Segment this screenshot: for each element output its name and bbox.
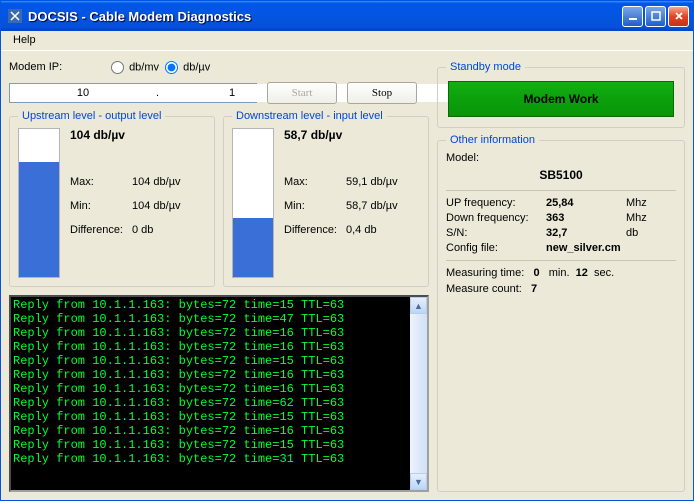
stop-button[interactable]: Stop: [347, 82, 417, 104]
ping-terminal: Reply from 10.1.1.163: bytes=72 time=15 …: [9, 295, 429, 492]
standby-legend: Standby mode: [446, 61, 525, 73]
titlebar[interactable]: DOCSIS - Cable Modem Diagnostics: [1, 1, 693, 31]
downstream-min: 58,7 db/µv: [346, 200, 398, 212]
modem-ip-input[interactable]: . . .: [9, 83, 257, 103]
measuring-time: Measuring time: 0 min. 12 sec.: [446, 267, 676, 279]
upstream-legend: Upstream level - output level: [18, 110, 165, 122]
window-title: DOCSIS - Cable Modem Diagnostics: [28, 9, 620, 24]
scroll-track[interactable]: [410, 314, 427, 473]
menubar: Help: [1, 31, 693, 51]
upstream-bar: [18, 128, 60, 278]
standby-group: Standby mode Modem Work: [437, 61, 685, 128]
model-label: Model:: [446, 152, 676, 164]
info-group: Other information Model: SB5100 UP frequ…: [437, 134, 685, 492]
config-value: new_silver.cm: [546, 242, 621, 254]
maximize-button[interactable]: [645, 6, 666, 27]
downstream-group: Downstream level - input level 58,7 db/µ…: [223, 110, 429, 287]
modem-work-button[interactable]: Modem Work: [448, 81, 674, 117]
ip-octet-1[interactable]: [10, 84, 156, 102]
radio-dbuv[interactable]: db/µv: [165, 61, 210, 74]
app-window: DOCSIS - Cable Modem Diagnostics Help Mo…: [0, 0, 694, 501]
start-button[interactable]: Start: [267, 82, 337, 104]
radio-dbmv[interactable]: db/mv: [111, 61, 159, 74]
upstream-value: 104 db/µv: [70, 128, 206, 142]
measure-count: Measure count: 7: [446, 283, 676, 295]
minimize-button[interactable]: [622, 6, 643, 27]
terminal-scrollbar[interactable]: ▲ ▼: [410, 297, 427, 490]
close-button[interactable]: [668, 6, 689, 27]
scroll-up-icon[interactable]: ▲: [410, 297, 427, 314]
downstream-value: 58,7 db/µv: [284, 128, 420, 142]
model-value: SB5100: [446, 168, 676, 182]
upstream-max: 104 db/µv: [132, 176, 181, 188]
downstream-bar: [232, 128, 274, 278]
downfreq-value: 363: [546, 212, 626, 224]
downstream-max: 59,1 db/µv: [346, 176, 398, 188]
upfreq-value: 25,84: [546, 197, 626, 209]
upstream-min: 104 db/µv: [132, 200, 181, 212]
terminal-text[interactable]: Reply from 10.1.1.163: bytes=72 time=15 …: [11, 297, 410, 490]
menu-help[interactable]: Help: [7, 32, 42, 48]
modem-ip-label: Modem IP:: [9, 61, 65, 73]
downstream-legend: Downstream level - input level: [232, 110, 387, 122]
upstream-group: Upstream level - output level 104 db/µv …: [9, 110, 215, 287]
scroll-down-icon[interactable]: ▼: [410, 473, 427, 490]
app-icon: [7, 8, 23, 24]
downstream-diff: 0,4 db: [346, 224, 377, 236]
sn-value: 32,7: [546, 227, 626, 239]
upstream-diff: 0 db: [132, 224, 153, 236]
info-legend: Other information: [446, 134, 539, 146]
